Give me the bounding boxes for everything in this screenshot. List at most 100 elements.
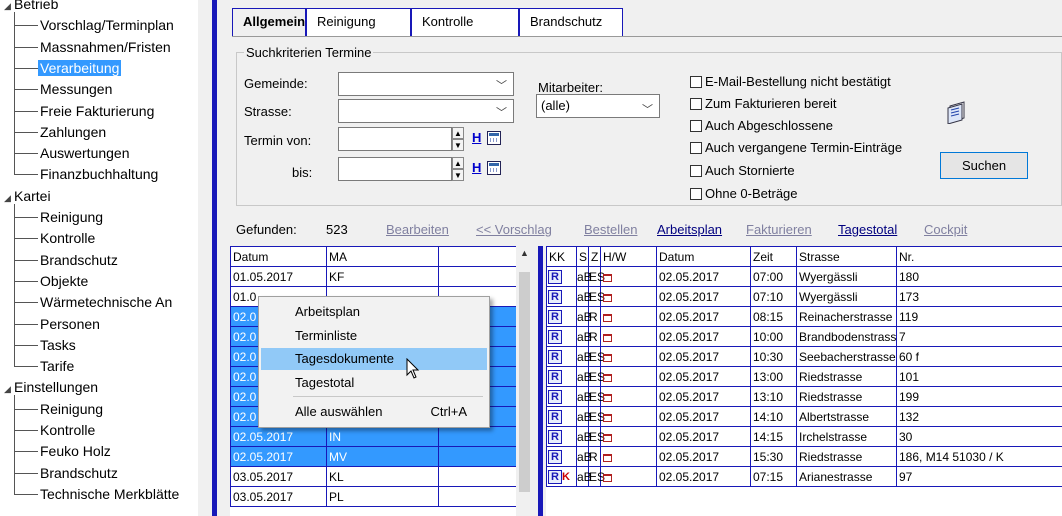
column-header[interactable]: Z <box>588 246 601 267</box>
table-row[interactable]: RaB ES 02.05.2017 10:30 Seebacherstrasse 60 f <box>546 346 1062 367</box>
cell-kk[interactable]: R <box>546 446 577 467</box>
tab-allgemein[interactable]: Allgemein <box>232 8 306 37</box>
link-tagestotal[interactable]: Tagestotal <box>838 222 897 237</box>
column-header[interactable]: MA <box>326 246 439 267</box>
table-row[interactable]: 01.05.2017 KF <box>230 266 516 287</box>
link-bestellen[interactable]: Bestellen <box>584 222 637 237</box>
scroll-thumb[interactable] <box>519 272 530 492</box>
table-row[interactable]: RaB ES 02.05.2017 13:00 Riedstrasse 101 <box>546 366 1062 387</box>
column-header[interactable]: Nr. <box>896 246 1062 267</box>
tree-item-kontrolle[interactable]: Kontrolle <box>40 228 95 248</box>
tree-item-vorschlag-terminplan[interactable]: Vorschlag/Terminplan <box>40 15 174 35</box>
tree-item-massnahmen-fristen[interactable]: Massnahmen/Fristen <box>40 37 171 57</box>
tree-group-einstellungen[interactable]: ◢ Einstellungen <box>4 377 98 397</box>
calendar-icon[interactable] <box>487 161 501 175</box>
link-vorschlag[interactable]: << Vorschlag <box>476 222 552 237</box>
reinigung-r-icon[interactable]: R <box>548 410 562 424</box>
cb-auch-abgeschlossene[interactable]: Auch Abgeschlossene <box>690 118 833 133</box>
table-row[interactable]: 03.05.2017 KL <box>230 466 516 487</box>
gemeinde-select[interactable]: ﹀ <box>338 72 514 96</box>
reinigung-r-icon[interactable]: R <box>548 370 562 384</box>
menu-item-alle-auswählen[interactable]: Alle auswählen Ctrl+A <box>261 401 487 423</box>
tab-brandschutz[interactable]: Brandschutz <box>519 8 623 37</box>
table-row[interactable]: RaB ES 02.05.2017 07:10 Wyergässli 173 <box>546 286 1062 307</box>
tree-item-reinigung[interactable]: Reinigung <box>40 399 103 419</box>
cell-kk[interactable]: R <box>546 366 577 387</box>
reinigung-r-icon[interactable]: R <box>548 310 562 324</box>
cb-email-bestellung[interactable]: E-Mail-Bestellung nicht bestätigt <box>690 74 891 89</box>
cb-ohne-0-betraege[interactable]: Ohne 0-Beträge <box>690 186 798 201</box>
table-row[interactable]: 02.05.2017 IN <box>230 426 516 447</box>
suchen-button[interactable]: Suchen <box>940 152 1028 179</box>
menu-item-tagesdokumente[interactable]: Tagesdokumente <box>261 348 487 370</box>
reinigung-r-icon[interactable]: R <box>548 270 562 284</box>
column-header[interactable]: KK <box>546 246 577 267</box>
scroll-up-icon[interactable]: ▲ <box>520 248 529 258</box>
column-header[interactable]: Datum <box>230 246 327 267</box>
termin-von-spinner[interactable]: ▲ ▼ <box>452 127 464 151</box>
tree-item-zahlungen[interactable]: Zahlungen <box>40 122 106 142</box>
termin-von-heute-button[interactable]: H <box>472 130 481 145</box>
column-header[interactable]: S <box>576 246 589 267</box>
termin-bis-spinner[interactable]: ▲ ▼ <box>452 157 464 181</box>
table-row[interactable]: RaB ES 02.05.2017 07:00 Wyergässli 180 <box>546 266 1062 287</box>
table-row[interactable]: RaB R 02.05.2017 15:30 Riedstrasse 186, M14 5… <box>546 446 1062 467</box>
column-header[interactable] <box>438 246 516 267</box>
cell-kk[interactable]: R <box>546 326 577 347</box>
table-row[interactable]: RaB ES 02.05.2017 13:10 Riedstrasse 199 <box>546 386 1062 407</box>
cb-vergangene-termine[interactable]: Auch vergangene Termin-Einträge <box>690 140 902 155</box>
tree-item-tasks[interactable]: Tasks <box>40 335 76 355</box>
tree-item-finanzbuchhaltung[interactable]: Finanzbuchhaltung <box>40 164 158 184</box>
tree-item-auswertungen[interactable]: Auswertungen <box>40 143 130 163</box>
table-row[interactable]: 02.05.2017 MV <box>230 446 516 467</box>
table-row[interactable]: RaB ES 02.05.2017 14:10 Albertstrasse 132 <box>546 406 1062 427</box>
table-row[interactable]: R KaB ES 02.05.2017 07:15 Arianestrasse 97 <box>546 466 1062 487</box>
menu-item-tagestotal[interactable]: Tagestotal <box>261 372 487 394</box>
expand-triangle-icon[interactable]: ◢ <box>4 188 14 208</box>
termin-bis-input[interactable] <box>338 157 452 181</box>
column-header[interactable]: Strasse <box>796 246 897 267</box>
tree-group-betrieb[interactable]: ◢ Betrieb <box>4 0 58 14</box>
reinigung-r-icon[interactable]: R <box>548 430 562 444</box>
cell-kk[interactable]: R <box>546 286 577 307</box>
tree-item-feuko-holz[interactable]: Feuko Holz <box>40 441 111 461</box>
reinigung-r-icon[interactable]: R <box>548 450 562 464</box>
termin-von-input[interactable] <box>338 127 452 151</box>
tree-item-tarife[interactable]: Tarife <box>40 356 74 376</box>
table-row[interactable]: RaB ES 02.05.2017 14:15 Irchelstrasse 30 <box>546 426 1062 447</box>
cb-zum-fakturieren[interactable]: Zum Fakturieren bereit <box>690 96 837 111</box>
table-row[interactable]: RaB R 02.05.2017 08:15 Reinacherstrasse 119 <box>546 306 1062 327</box>
reinigung-r-icon[interactable]: R <box>548 390 562 404</box>
tree-item-brandschutz[interactable]: Brandschutz <box>40 250 118 270</box>
tree-scrollbar[interactable] <box>198 0 206 516</box>
tree-item-messungen[interactable]: Messungen <box>40 79 112 99</box>
kontrolle-k-icon[interactable]: K <box>562 470 572 484</box>
cell-kk[interactable]: R <box>546 386 577 407</box>
reinigung-r-icon[interactable]: R <box>548 330 562 344</box>
cell-kk[interactable]: R <box>546 306 577 327</box>
tab-kontrolle[interactable]: Kontrolle <box>411 8 519 37</box>
expand-triangle-icon[interactable]: ◢ <box>4 0 14 16</box>
tree-item-wärmetechnische-an[interactable]: Wärmetechnische An <box>40 292 172 312</box>
tree-item-reinigung[interactable]: Reinigung <box>40 207 103 227</box>
cb-auch-stornierte[interactable]: Auch Stornierte <box>690 163 795 178</box>
column-header[interactable]: Zeit <box>750 246 797 267</box>
tree-item-freie-fakturierung[interactable]: Freie Fakturierung <box>40 101 154 121</box>
tree-group-kartei[interactable]: ◢ Kartei <box>4 186 51 206</box>
reinigung-r-icon[interactable]: R <box>548 290 562 304</box>
tree-item-technische-merkblätte[interactable]: Technische Merkblätte <box>40 484 179 504</box>
column-header[interactable]: Datum <box>656 246 751 267</box>
column-header[interactable]: H/W <box>600 246 657 267</box>
link-fakturieren[interactable]: Fakturieren <box>746 222 812 237</box>
link-bearbeiten[interactable]: Bearbeiten <box>386 222 449 237</box>
calendar-icon[interactable] <box>487 131 501 145</box>
expand-triangle-icon[interactable]: ◢ <box>4 379 14 399</box>
date-grid-scrollbar[interactable]: ▲ <box>516 246 533 516</box>
menu-item-terminliste[interactable]: Terminliste <box>261 325 487 347</box>
termin-bis-heute-button[interactable]: H <box>472 160 481 175</box>
tree-item-personen[interactable]: Personen <box>40 314 100 334</box>
menu-item-arbeitsplan[interactable]: Arbeitsplan <box>261 301 487 323</box>
tree-item-kontrolle[interactable]: Kontrolle <box>40 420 95 440</box>
table-row[interactable]: 03.05.2017 PL <box>230 486 516 507</box>
tree-item-verarbeitung[interactable]: Verarbeitung <box>38 58 122 78</box>
